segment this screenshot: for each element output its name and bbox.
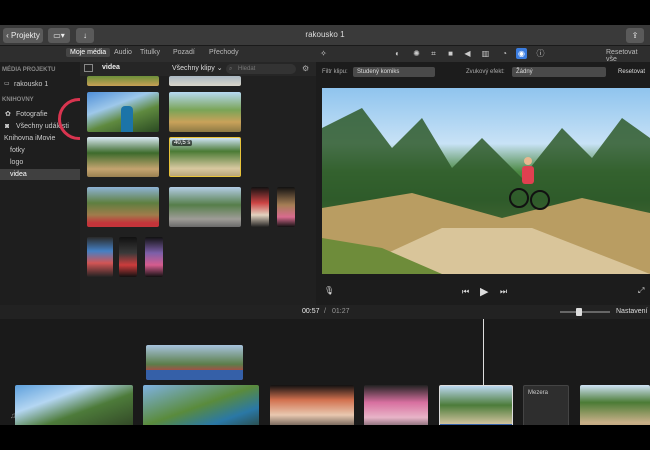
search-icon: ⌕ <box>229 66 233 72</box>
tabs-row: Moje média Audio Titulky Pozadí Přechody… <box>0 46 650 63</box>
crop-icon[interactable]: ⌗ <box>428 48 439 59</box>
clip-filter-select[interactable]: Všechny klipy ⌄ <box>172 64 223 72</box>
media-thumbnail[interactable] <box>169 187 241 227</box>
timeline-header: 00:57 / 01:27 Nastavení <box>0 305 650 319</box>
tab-my-media[interactable]: Moje média <box>66 48 111 57</box>
zoom-slider-knob[interactable] <box>576 308 582 316</box>
media-thumbnail[interactable] <box>145 237 163 277</box>
video-preview <box>322 88 650 274</box>
play-icon[interactable]: ▶ <box>480 285 488 298</box>
timeline-clip-selected[interactable] <box>439 385 513 425</box>
timeline-clip[interactable] <box>364 385 428 425</box>
color-correction-icon[interactable]: ✺ <box>411 48 422 59</box>
clip-filter-label: Filtr klipu: <box>322 69 348 75</box>
photos-icon: ✿ <box>5 111 11 118</box>
film-icon: ▭ <box>4 81 10 87</box>
search-input[interactable]: ⌕ Hledat <box>226 64 296 74</box>
sidebar-item-label: videa <box>10 171 27 178</box>
sidebar-item-project[interactable]: ▭ rakousko 1 <box>0 79 80 90</box>
tab-transitions[interactable]: Přechody <box>205 48 243 57</box>
timeline-clip[interactable] <box>143 385 259 425</box>
settings-button[interactable]: Nastavení <box>616 308 648 315</box>
tab-titles[interactable]: Titulky <box>136 48 164 57</box>
sidebar-item-logo[interactable]: logo <box>0 157 80 168</box>
browser-toolbar: videa Všechny klipy ⌄ ⌕ Hledat ⚙ <box>80 62 316 76</box>
equalizer-icon[interactable]: ▥ <box>480 48 491 59</box>
timeline-clip[interactable] <box>580 385 650 425</box>
info-icon[interactable]: ⓘ <box>535 48 546 59</box>
audio-waveform <box>146 370 243 380</box>
sidebar-item-label: fotky <box>10 147 25 154</box>
media-thumbnail[interactable] <box>87 92 159 132</box>
duration-badge: 40,5 s <box>172 140 193 146</box>
video-frame-art <box>322 108 650 274</box>
media-thumbnail[interactable] <box>251 187 269 227</box>
media-thumbnail[interactable] <box>87 137 159 177</box>
timeline-clip[interactable] <box>270 385 354 425</box>
sidebar-toggle-icon[interactable] <box>84 64 93 72</box>
timeline: 00:57 / 01:27 Nastavení Mezera ♫ <box>0 305 650 425</box>
media-thumbnail[interactable] <box>87 76 159 86</box>
tab-audio[interactable]: Audio <box>110 48 136 57</box>
search-placeholder: Hledat <box>238 66 256 72</box>
gap-label: Mezera <box>528 390 549 396</box>
speed-icon[interactable]: ◔ <box>499 48 510 59</box>
sidebar-item-label: Knihovna iMovie <box>4 135 56 142</box>
skip-back-icon[interactable]: ⏮ <box>462 287 469 297</box>
volume-icon[interactable]: ◀ <box>462 48 473 59</box>
timeline-clip[interactable] <box>15 385 133 425</box>
media-thumbnail[interactable] <box>119 237 137 277</box>
media-thumbnail[interactable] <box>87 187 159 227</box>
microphone-icon[interactable]: 🎙 <box>324 286 334 295</box>
clip-filter-field[interactable]: Studený komiks <box>353 67 435 77</box>
gap-clip[interactable]: Mezera <box>523 385 569 425</box>
sidebar-header-project: MÉDIA PROJEKTU <box>2 67 56 73</box>
music-note-icon: ♫ <box>10 411 16 420</box>
sidebar-item-videa[interactable]: videa <box>0 169 80 180</box>
skip-forward-icon[interactable]: ⏭ <box>500 287 507 297</box>
top-toolbar: ‹ Projekty ▭▾ ↓ rakousko 1 ⇪ <box>0 25 650 46</box>
media-thumbnail[interactable] <box>169 92 241 132</box>
zoom-slider[interactable] <box>560 308 610 316</box>
total-time: 01:27 <box>332 308 350 315</box>
magic-wand-icon[interactable]: ✧ <box>318 48 329 59</box>
events-icon: ◙ <box>5 123 10 130</box>
sidebar-item-fotky[interactable]: fotky <box>0 145 80 156</box>
media-thumbnail[interactable] <box>277 187 295 227</box>
sidebar-item-label: logo <box>10 159 24 166</box>
share-button[interactable]: ⇪ <box>626 28 644 43</box>
clip-filter-icon[interactable]: ◉ <box>516 48 527 59</box>
connected-clip[interactable] <box>146 345 243 380</box>
settings-gear-icon[interactable]: ⚙ <box>302 64 309 73</box>
imovie-window: ‹ Projekty ▭▾ ↓ rakousko 1 ⇪ Moje média … <box>0 25 650 425</box>
person-figure <box>121 106 133 132</box>
audio-effect-field[interactable]: Žádný <box>512 67 606 77</box>
sidebar-item-label: rakousko 1 <box>14 81 49 88</box>
audio-effect-label: Zvukový efekt: <box>466 69 505 75</box>
current-time: 00:57 <box>302 308 320 315</box>
library-sidebar: MÉDIA PROJEKTU ▭ rakousko 1 KNIHOVNY ✿ Fot… <box>0 62 80 305</box>
tab-backgrounds[interactable]: Pozadí <box>169 48 199 57</box>
audio-waveform <box>440 424 512 425</box>
project-title: rakousko 1 <box>305 30 345 39</box>
time-separator: / <box>324 308 326 315</box>
sidebar-item-label: Fotografie <box>16 111 48 118</box>
media-thumbnail[interactable] <box>87 237 113 277</box>
media-thumbnail-selected[interactable]: 40,5 s <box>169 137 241 177</box>
media-browser: videa Všechny klipy ⌄ ⌕ Hledat ⚙ 40,5 s <box>80 62 316 305</box>
viewer-panel: Filtr klipu: Studený komiks Zvukový efek… <box>316 62 650 305</box>
folder-title: videa <box>102 64 120 71</box>
color-balance-icon[interactable]: ◐ <box>392 48 403 59</box>
stabilization-icon[interactable]: ■ <box>445 48 456 59</box>
expand-icon[interactable]: ⤢ <box>638 286 644 296</box>
reset-button[interactable]: Resetovat <box>618 69 645 75</box>
clip-filter-select-value: Všechny klipy <box>172 65 215 72</box>
share-icon: ⇪ <box>631 31 639 40</box>
media-thumbnail[interactable] <box>169 76 241 86</box>
